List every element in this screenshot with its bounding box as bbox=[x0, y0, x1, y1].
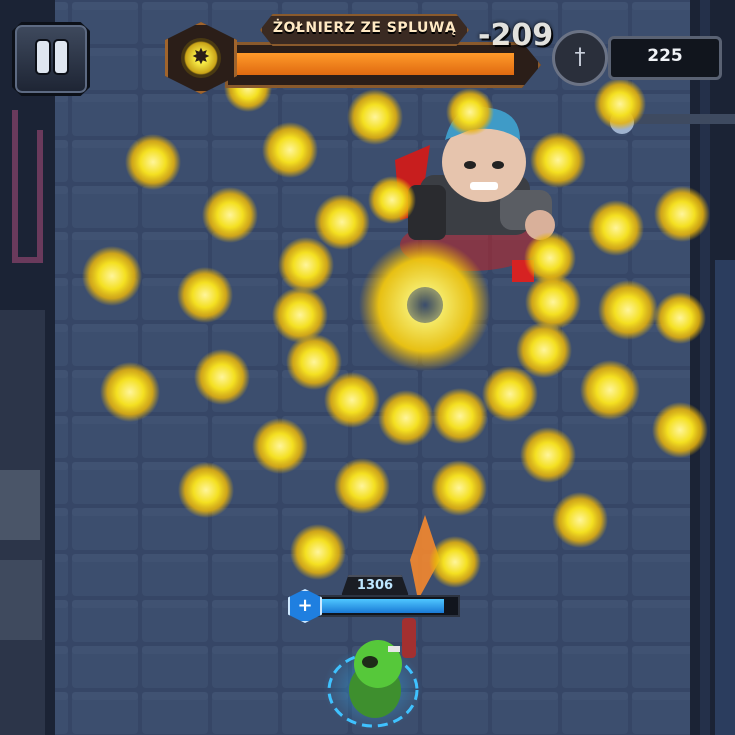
bullet-orb bbox=[431, 460, 487, 516]
game-scene bbox=[0, 0, 735, 735]
score-value: 225 bbox=[647, 46, 683, 66]
player-health-panel: 1306 + bbox=[288, 575, 460, 623]
bullet-orb bbox=[347, 89, 403, 145]
pause-button[interactable] bbox=[12, 22, 90, 96]
bullet-orb bbox=[552, 492, 608, 548]
bullet-orb bbox=[314, 194, 370, 250]
bullet-orb bbox=[598, 280, 658, 340]
bullet-orb bbox=[177, 267, 233, 323]
bullet-orb bbox=[252, 418, 308, 474]
bullet-orb bbox=[324, 372, 380, 428]
bullet-orb bbox=[446, 88, 494, 136]
bullet-orb bbox=[530, 132, 586, 188]
pause-icon bbox=[37, 41, 49, 73]
bullet-orb bbox=[278, 237, 334, 293]
bullet-orb bbox=[125, 134, 181, 190]
bullet-orb bbox=[262, 122, 318, 178]
bullet-orb bbox=[580, 360, 640, 420]
bullet-orb bbox=[432, 388, 488, 444]
boss-health-fill bbox=[236, 53, 514, 75]
bullet-orb bbox=[368, 176, 416, 224]
bullet-orb bbox=[516, 322, 572, 378]
bullet-orb bbox=[525, 274, 581, 330]
player-hp-value: 1306 bbox=[356, 578, 394, 593]
bullet-orb bbox=[652, 402, 708, 458]
bullet-orb bbox=[194, 349, 250, 405]
bullet-orb bbox=[588, 200, 644, 256]
explosion-burst-icon: ✸ bbox=[181, 38, 221, 78]
bullet-orb bbox=[654, 292, 706, 344]
bullet-orb bbox=[378, 390, 434, 446]
damage-popup: -209 bbox=[478, 18, 554, 53]
bullet-orb bbox=[82, 246, 142, 306]
bullet-orb bbox=[654, 186, 710, 242]
player-health-fill bbox=[310, 599, 444, 613]
boss-name-plate: ŻOŁNIERZ ZE SPLUWĄ bbox=[260, 14, 469, 46]
bullet-orb bbox=[334, 458, 390, 514]
bullet-orb bbox=[178, 462, 234, 518]
boss-name: ŻOŁNIERZ ZE SPLUWĄ bbox=[272, 20, 457, 36]
bullet-orb bbox=[594, 78, 646, 130]
bullet-orb bbox=[202, 187, 258, 243]
bullet-orb bbox=[520, 427, 576, 483]
score-box: 225 bbox=[608, 36, 722, 80]
bullet-orb bbox=[100, 362, 160, 422]
bullet-orb bbox=[482, 366, 538, 422]
score-panel: † 225 bbox=[552, 30, 724, 86]
dagger-coin-icon: † bbox=[552, 30, 608, 86]
player-health-bar bbox=[306, 595, 460, 617]
bullet-orb bbox=[290, 524, 346, 580]
